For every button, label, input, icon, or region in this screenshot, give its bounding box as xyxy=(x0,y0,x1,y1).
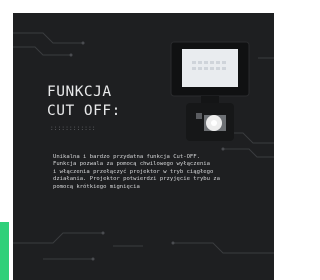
description-line: i włączenia przełączyć projektor w tryb … xyxy=(53,168,214,175)
description-line: Funkcja pozwala za pomocą chwilowego wył… xyxy=(53,161,210,168)
feature-panel: FUNKCJA CUT OFF: :::::::::::: Unikalna i… xyxy=(13,13,274,280)
dotted-divider: :::::::::::: xyxy=(50,125,96,132)
accent-bar xyxy=(0,222,9,280)
feature-description: Unikalna i bardzo przydatna funkcja Cut-… xyxy=(53,154,258,191)
description-line: działania. Projektor potwierdzi przyjęci… xyxy=(53,176,220,183)
description-line: pomocą krótkiego mignięcia xyxy=(53,183,140,190)
feature-title-line-1: FUNKCJA xyxy=(47,84,112,100)
feature-title: FUNKCJA CUT OFF: xyxy=(47,83,121,121)
description-line: Unikalna i bardzo przydatna funkcja Cut-… xyxy=(53,154,200,160)
feature-title-line-2: CUT OFF: xyxy=(47,103,121,119)
led-floodlight-with-motion-sensor-image xyxy=(170,41,250,141)
